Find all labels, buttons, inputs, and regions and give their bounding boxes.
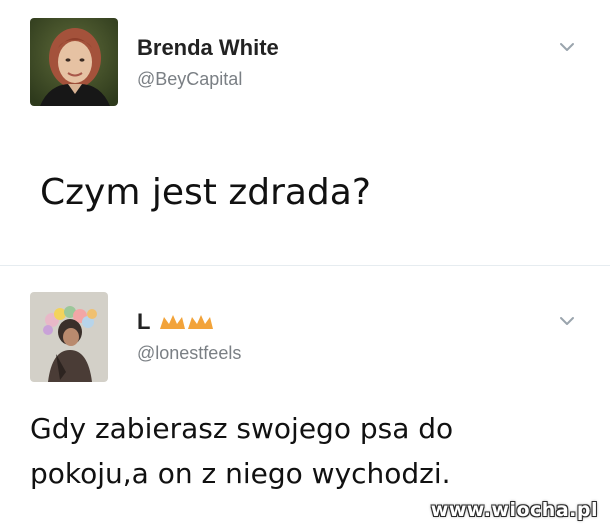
author-handle[interactable]: @BeyCapital <box>137 67 279 91</box>
avatar[interactable] <box>30 18 118 106</box>
author-name-text[interactable]: Brenda White <box>137 34 279 62</box>
tweet: Brenda White @BeyCapital Czym jest zdrad… <box>0 0 610 262</box>
tweet: L @lonestfeels Gdy zabierasz swojego psa… <box>0 272 610 529</box>
author-name[interactable]: L <box>137 308 241 336</box>
tweet-divider <box>0 265 610 266</box>
avatar-photo <box>30 18 118 106</box>
avatar-photo <box>30 292 108 382</box>
tweet-text: Czym jest zdrada? <box>40 172 371 213</box>
author-name-text[interactable]: L <box>137 308 150 336</box>
watermark: www.wiocha.pl <box>430 499 598 521</box>
avatar[interactable] <box>30 292 108 382</box>
author-handle[interactable]: @lonestfeels <box>137 341 241 365</box>
author-name[interactable]: Brenda White <box>137 34 279 62</box>
tweet-text: Gdy zabierasz swojego psa do pokoju,a on… <box>30 412 454 490</box>
chevron-down-icon[interactable] <box>558 38 576 56</box>
chevron-down-icon[interactable] <box>558 312 576 330</box>
tweet-author[interactable]: Brenda White @BeyCapital <box>137 34 279 91</box>
crown-icon <box>160 315 214 329</box>
tweet-author[interactable]: L @lonestfeels <box>137 308 241 365</box>
